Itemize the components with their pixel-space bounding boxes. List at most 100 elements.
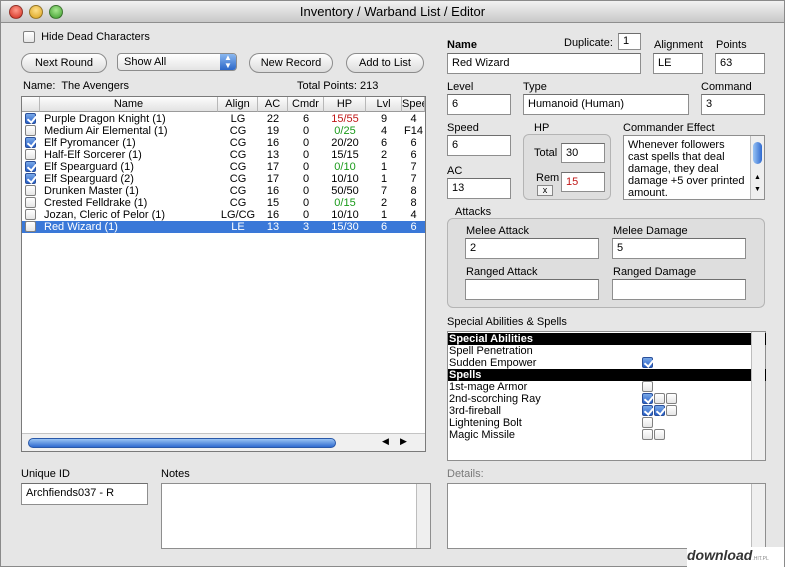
ability-checkbox[interactable]: [666, 405, 677, 416]
ability-checkbox[interactable]: [642, 405, 653, 416]
row-checkbox[interactable]: [25, 149, 36, 160]
hide-dead-box[interactable]: [23, 31, 35, 44]
new-record-button[interactable]: New Record: [249, 53, 333, 73]
row-checkbox[interactable]: [25, 125, 36, 136]
scroll-down-icon[interactable]: ▼: [754, 186, 761, 193]
row-checkbox[interactable]: [25, 173, 36, 184]
row-checkbox[interactable]: [25, 185, 36, 196]
ability-checkbox[interactable]: [642, 357, 653, 368]
next-round-button[interactable]: Next Round: [21, 53, 107, 73]
unique-id-field[interactable]: Archfiends037 - R: [21, 483, 148, 505]
column-header-align[interactable]: Align: [218, 97, 258, 112]
ability-row[interactable]: 2nd-scorching Ray: [448, 393, 766, 405]
alignment-field[interactable]: LE: [653, 53, 703, 74]
melee-attack-label: Melee Attack: [466, 225, 529, 237]
melee-attack-field[interactable]: 2: [465, 238, 599, 259]
details-scrollbar[interactable]: [751, 484, 765, 548]
type-label: Type: [523, 81, 547, 93]
commander-effect-scroll-thumb[interactable]: [753, 142, 762, 164]
add-to-list-button[interactable]: Add to List: [346, 53, 424, 73]
ability-checkbox[interactable]: [654, 393, 665, 404]
table-row[interactable]: Red Wizard (1) LE 13 3 15/30 6 6: [22, 221, 425, 233]
ability-checkbox[interactable]: [642, 429, 653, 440]
table-row[interactable]: Purple Dragon Knight (1) LG 22 6 15/55 9 4: [22, 113, 425, 125]
ability-checkbox[interactable]: [642, 381, 653, 392]
hp-total-field[interactable]: 30: [561, 143, 605, 163]
notes-scrollbar[interactable]: [416, 484, 430, 548]
horizontal-scrollbar[interactable]: ◀ ▶: [22, 433, 425, 451]
table-row[interactable]: Elf Pyromancer (1) CG 16 0 20/20 6 6: [22, 137, 425, 149]
scroll-left-icon[interactable]: ◀: [382, 436, 389, 447]
ability-name: Sudden Empower: [449, 357, 537, 369]
ability-row[interactable]: Lightening Bolt: [448, 417, 766, 429]
zoom-window-button[interactable]: [49, 5, 63, 19]
ac-field[interactable]: 13: [447, 178, 511, 199]
ability-row[interactable]: Spell Penetration: [448, 345, 766, 357]
name-field[interactable]: Red Wizard: [447, 53, 641, 74]
cell-cmdr: 3: [302, 221, 310, 233]
column-header-speed[interactable]: Speed: [402, 97, 425, 112]
row-checkbox[interactable]: [25, 209, 36, 220]
character-list[interactable]: Name Align AC Cmdr HP Lvl Speed Purple D…: [21, 96, 426, 452]
ability-checkbox[interactable]: [642, 393, 653, 404]
ability-row[interactable]: 1st-mage Armor: [448, 381, 766, 393]
details-textarea[interactable]: [447, 483, 766, 549]
command-field[interactable]: 3: [701, 94, 765, 115]
column-header-ac[interactable]: AC: [258, 97, 288, 112]
row-checkbox[interactable]: [25, 113, 36, 124]
column-header-cmdr[interactable]: Cmdr: [288, 97, 324, 112]
ranged-damage-field[interactable]: [612, 279, 746, 300]
row-checkbox[interactable]: [25, 221, 36, 232]
duplicate-field[interactable]: 1: [618, 33, 641, 50]
close-window-button[interactable]: [9, 5, 23, 19]
ability-row[interactable]: Magic Missile: [448, 429, 766, 441]
special-abilities-list[interactable]: Special Abilities Spell Penetration Sudden…: [447, 331, 766, 461]
special-abilities-scrollbar[interactable]: [751, 332, 765, 460]
level-field[interactable]: 6: [447, 94, 511, 115]
speed-label: Speed: [447, 122, 479, 134]
column-header-hp[interactable]: HP: [324, 97, 366, 112]
column-header-name[interactable]: Name: [40, 97, 218, 112]
table-row[interactable]: Jozan, Cleric of Pelor (1) LG/CG 16 0 10/10 1…: [22, 209, 425, 221]
row-checkbox[interactable]: [25, 197, 36, 208]
cell-cmdr: 0: [302, 197, 310, 209]
table-row[interactable]: Elf Spearguard (2) CG 17 0 10/10 1 7: [22, 173, 425, 185]
hp-reset-button[interactable]: x: [537, 185, 553, 196]
commander-effect-textarea[interactable]: Whenever followers cast spells that deal…: [623, 135, 765, 200]
notes-textarea[interactable]: [161, 483, 431, 549]
ability-checkbox[interactable]: [654, 405, 665, 416]
table-row[interactable]: Elf Spearguard (1) CG 17 0 0/10 1 7: [22, 161, 425, 173]
scroll-thumb[interactable]: [28, 438, 336, 448]
scroll-right-icon[interactable]: ▶: [400, 436, 407, 447]
minimize-window-button[interactable]: [29, 5, 43, 19]
filter-select[interactable]: Show All ▲ ▼: [117, 53, 237, 71]
scroll-up-icon[interactable]: ▲: [754, 174, 761, 181]
ability-row[interactable]: Sudden Empower: [448, 357, 766, 369]
cell-align: LG/CG: [220, 209, 256, 221]
hide-dead-checkbox[interactable]: Hide Dead Characters: [23, 31, 150, 44]
column-header-check[interactable]: [22, 97, 40, 112]
cell-lvl: 7: [380, 185, 388, 197]
hp-rem-field[interactable]: 15: [561, 172, 605, 192]
ability-checkbox[interactable]: [654, 429, 665, 440]
type-field[interactable]: Humanoid (Human): [523, 94, 689, 115]
cell-align: CG: [229, 173, 247, 185]
ranged-attack-field[interactable]: [465, 279, 599, 300]
row-checkbox[interactable]: [25, 161, 36, 172]
table-row[interactable]: Half-Elf Sorcerer (1) CG 13 0 15/15 2 6: [22, 149, 425, 161]
ability-checkbox[interactable]: [642, 417, 653, 428]
column-header-lvl[interactable]: Lvl: [366, 97, 402, 112]
table-row[interactable]: Crested Felldrake (1) CG 15 0 0/15 2 8: [22, 197, 425, 209]
points-field[interactable]: 63: [715, 53, 765, 74]
ability-row[interactable]: 3rd-fireball: [448, 405, 766, 417]
cell-hp: 0/10: [334, 161, 356, 173]
table-row[interactable]: Medium Air Elemental (1) CG 19 0 0/25 4 F14: [22, 125, 425, 137]
melee-damage-field[interactable]: 5: [612, 238, 746, 259]
ability-checkbox[interactable]: [666, 393, 677, 404]
table-row[interactable]: Drunken Master (1) CG 16 0 50/50 7 8: [22, 185, 425, 197]
speed-field[interactable]: 6: [447, 135, 511, 156]
total-points-value: 213: [359, 80, 379, 92]
commander-effect-scrollbar[interactable]: ▲ ▼: [750, 136, 764, 199]
cell-lvl: 2: [380, 197, 388, 209]
row-checkbox[interactable]: [25, 137, 36, 148]
